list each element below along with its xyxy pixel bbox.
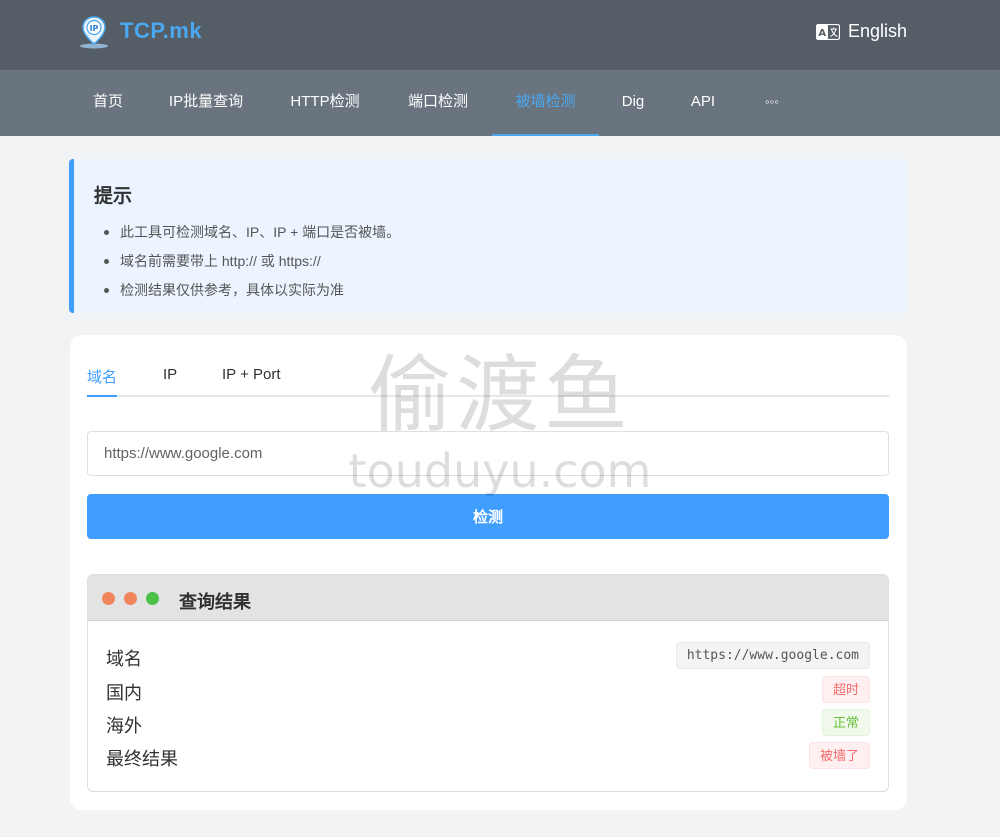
nav-port-check[interactable]: 端口检测 bbox=[384, 70, 492, 136]
tip-item: 检测结果仅供参考，具体以实际为准 bbox=[100, 279, 400, 308]
nav-more-icon[interactable]: ◦◦◦ bbox=[739, 70, 805, 136]
nav-api[interactable]: API bbox=[667, 70, 739, 136]
nav-http-check[interactable]: HTTP检测 bbox=[266, 70, 384, 136]
result-title: 查询结果 bbox=[179, 592, 251, 612]
status-badge: 超时 bbox=[821, 676, 870, 703]
site-brand[interactable]: TCP.mk bbox=[120, 18, 202, 44]
tip-list: 此工具可检测域名、IP、IP + 端口是否被墙。 域名前需要带上 http://… bbox=[100, 221, 400, 308]
tip-box: 提示 此工具可检测域名、IP、IP + 端口是否被墙。 域名前需要带上 http… bbox=[69, 159, 906, 313]
row-label: 海外 bbox=[106, 716, 142, 736]
tab-ip[interactable]: IP bbox=[163, 366, 177, 397]
nav-ip-batch[interactable]: IP批量查询 bbox=[146, 70, 266, 136]
row-label: 国内 bbox=[106, 683, 142, 703]
window-dot-icon bbox=[124, 592, 137, 605]
nav-dig[interactable]: Dig bbox=[599, 70, 667, 136]
result-row: 最终结果 被墙了 bbox=[106, 742, 870, 772]
main-nav: 首页 IP批量查询 HTTP检测 端口检测 被墙检测 Dig API ◦◦◦ bbox=[0, 70, 1000, 136]
result-panel: 查询结果 域名 https://www.google.com 国内 超时 海外 … bbox=[87, 574, 889, 792]
target-input[interactable] bbox=[87, 431, 889, 476]
result-row: 域名 https://www.google.com bbox=[106, 642, 870, 672]
result-row: 国内 超时 bbox=[106, 676, 870, 706]
window-dot-icon bbox=[146, 592, 159, 605]
domain-value-badge: https://www.google.com bbox=[675, 642, 870, 669]
svg-text:A: A bbox=[818, 28, 826, 39]
check-type-tabs: 域名 IP IP + Port bbox=[87, 335, 889, 397]
tab-domain[interactable]: 域名 bbox=[87, 366, 118, 397]
svg-text:IP: IP bbox=[90, 24, 99, 33]
nav-home[interactable]: 首页 bbox=[70, 70, 146, 136]
nav-blocked-check[interactable]: 被墙检测 bbox=[492, 70, 599, 136]
translate-icon: A bbox=[815, 23, 840, 40]
tip-item: 域名前需要带上 http:// 或 https:// bbox=[100, 250, 400, 279]
ip-pin-logo-icon[interactable]: IP bbox=[76, 14, 112, 50]
tab-ip-port[interactable]: IP + Port bbox=[222, 366, 281, 397]
result-header: 查询结果 bbox=[88, 575, 888, 621]
checker-card: 域名 IP IP + Port 检测 查询结果 域名 https://www.g… bbox=[70, 335, 907, 810]
tip-item: 此工具可检测域名、IP、IP + 端口是否被墙。 bbox=[100, 221, 400, 250]
check-button[interactable]: 检测 bbox=[87, 494, 889, 539]
row-label: 域名 bbox=[106, 649, 142, 669]
status-badge: 正常 bbox=[821, 709, 870, 736]
status-badge: 被墙了 bbox=[808, 742, 870, 769]
language-label: English bbox=[847, 21, 907, 41]
tip-title: 提示 bbox=[94, 186, 133, 207]
top-header: IP TCP.mk A English bbox=[0, 0, 1000, 70]
row-label: 最终结果 bbox=[106, 749, 178, 769]
window-dot-icon bbox=[102, 592, 115, 605]
language-switcher[interactable]: A English bbox=[815, 21, 907, 42]
result-row: 海外 正常 bbox=[106, 709, 870, 739]
